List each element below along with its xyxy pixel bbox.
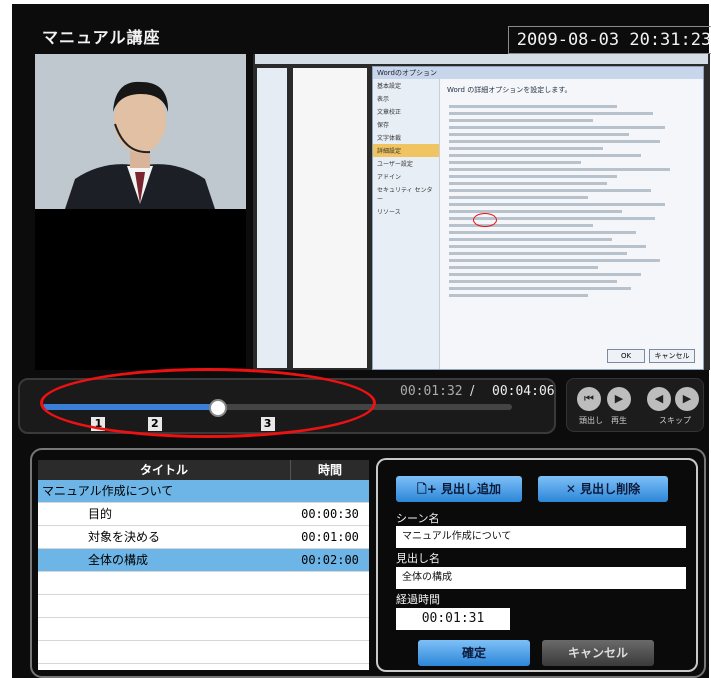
row-time: 00:00:30: [301, 507, 359, 521]
dialog-menu-item[interactable]: 表示: [373, 92, 439, 105]
skip-forward-icon[interactable]: ▶: [675, 387, 699, 411]
play-label: 再生: [611, 416, 627, 425]
total-time: 00:04:06: [492, 384, 555, 399]
table-row[interactable]: [38, 572, 369, 595]
play-icon[interactable]: ▶: [607, 387, 631, 411]
column-header-time: 時間: [291, 460, 369, 480]
current-time: 00:01:32: [400, 384, 463, 399]
table-row[interactable]: [38, 641, 369, 664]
chapter-editor: タイトル 時間 マニュアル作成について 目的 00:00:30 対象を決める 00:01…: [30, 448, 706, 678]
chapter-table: タイトル 時間 マニュアル作成について目的 00:00:30 対象を決める 00:01…: [38, 460, 369, 670]
delete-icon: ✕: [565, 482, 581, 496]
dialog-menu-item[interactable]: 基本設定: [373, 79, 439, 92]
dialog-menu-item[interactable]: 保存: [373, 118, 439, 131]
highlight-circle: [473, 213, 497, 227]
row-title: 目的: [88, 507, 113, 521]
skip-label: スキップ: [659, 416, 691, 425]
table-row[interactable]: 全体の構成 00:02:00: [38, 549, 369, 572]
row-title: 全体の構成: [88, 553, 149, 567]
row-time: 00:01:00: [301, 530, 359, 544]
row-time: 00:02:00: [301, 553, 359, 567]
add-heading-button[interactable]: 🗋+ 見出し追加: [396, 476, 522, 502]
table-row[interactable]: 目的 00:00:30: [38, 503, 369, 526]
dialog-menu-item[interactable]: ユーザー設定: [373, 157, 439, 170]
column-header-title: タイトル: [38, 460, 291, 480]
dialog-menu-item[interactable]: アドイン: [373, 170, 439, 183]
app-title: マニュアル講座: [42, 28, 161, 47]
dialog-header: Word の詳細オプションを設定します。: [447, 86, 572, 94]
dialog-ok-button[interactable]: OK: [607, 349, 645, 363]
add-page-icon: 🗋+: [417, 482, 441, 496]
scene-name-field[interactable]: マニュアル作成について: [396, 526, 686, 548]
option-lines: [449, 101, 689, 301]
dialog-menu-item[interactable]: セキュリティ センター: [373, 183, 439, 205]
row-title: 対象を決める: [88, 530, 161, 544]
video-black-area: [35, 209, 246, 370]
table-row[interactable]: 対象を決める 00:01:00: [38, 526, 369, 549]
datetime-display: 2009-08-03 20:31:23: [508, 26, 711, 54]
elapsed-time-label: 経過時間: [396, 593, 440, 606]
table-row[interactable]: マニュアル作成について: [38, 480, 369, 503]
delete-heading-label: 見出し削除: [580, 482, 641, 496]
dialog-menu-item[interactable]: リソース: [373, 205, 439, 218]
prev-icon[interactable]: ⏮: [577, 387, 601, 411]
heading-name-label: 見出し名: [396, 552, 440, 565]
slide-screen: Wordのオプション 基本設定 表示 文章校正 保存 文字体裁 詳細設定 ユーザ…: [253, 54, 710, 370]
table-row[interactable]: [38, 618, 369, 641]
add-heading-label: 見出し追加: [440, 482, 501, 496]
dialog-menu-item[interactable]: 文章校正: [373, 105, 439, 118]
word-options-dialog: Wordのオプション 基本設定 表示 文章校正 保存 文字体裁 詳細設定 ユーザ…: [372, 66, 704, 370]
prev-label: 頭出し: [579, 416, 603, 425]
skip-back-icon[interactable]: ◀: [647, 387, 671, 411]
playback-controls: ⏮ ▶ ◀ ▶ 頭出し 再生 スキップ: [566, 378, 704, 432]
heading-panel: 🗋+ 見出し追加 ✕ 見出し削除 シーン名 マニュアル作成について 見出し名 全…: [376, 458, 698, 672]
cancel-button[interactable]: キャンセル: [542, 640, 654, 666]
dialog-menu-item-selected[interactable]: 詳細設定: [373, 144, 439, 157]
delete-heading-button[interactable]: ✕ 見出し削除: [538, 476, 668, 502]
highlight-ellipse: [40, 368, 376, 438]
presenter-video: [35, 54, 246, 209]
presenter-image: [35, 54, 246, 209]
row-title: マニュアル作成について: [42, 484, 174, 498]
elapsed-time-field[interactable]: 00:01:31: [396, 608, 510, 630]
heading-name-field[interactable]: 全体の構成: [396, 567, 686, 589]
dialog-cancel-button[interactable]: キャンセル: [649, 349, 695, 363]
dialog-menu: 基本設定 表示 文章校正 保存 文字体裁 詳細設定 ユーザー設定 アドイン セキ…: [373, 79, 440, 369]
scene-name-label: シーン名: [396, 512, 440, 525]
dialog-menu-item[interactable]: 文字体裁: [373, 131, 439, 144]
confirm-button[interactable]: 確定: [418, 640, 530, 666]
dialog-title: Wordのオプション: [373, 67, 703, 79]
time-separator: /: [470, 384, 475, 399]
table-row[interactable]: [38, 595, 369, 618]
